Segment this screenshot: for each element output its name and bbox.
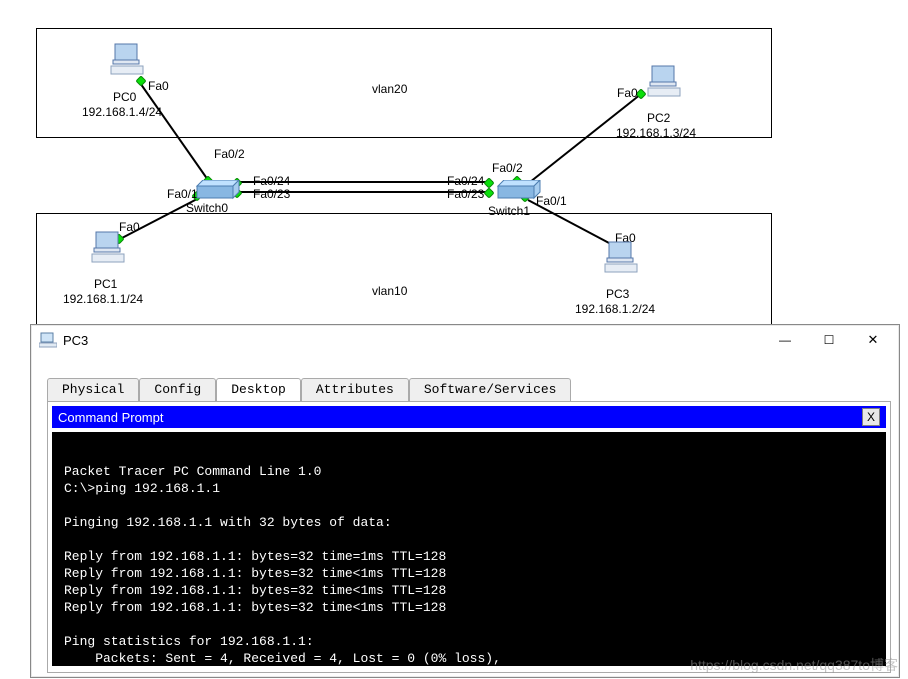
pc1-device[interactable] — [84, 230, 134, 269]
titlebar[interactable]: PC3 — ☐ ✕ — [31, 325, 899, 355]
pc0-device[interactable] — [103, 42, 153, 81]
window-title: PC3 — [63, 333, 88, 348]
tab-desktop[interactable]: Desktop — [216, 378, 301, 401]
pc-icon — [646, 64, 684, 100]
pc0-ip: 192.168.1.4/24 — [82, 105, 162, 119]
switch1-device[interactable] — [488, 180, 548, 205]
sw1-port-fa023: Fa0/23 — [447, 187, 484, 201]
tab-physical[interactable]: Physical — [47, 378, 139, 401]
pc-app-icon — [39, 332, 57, 348]
switch1-name: Switch1 — [488, 204, 530, 218]
desktop-tab-body: Command Prompt X Packet Tracer PC Comman… — [47, 401, 891, 673]
pc-icon — [603, 240, 641, 276]
pc3-device[interactable] — [597, 240, 647, 279]
sw0-port-fa02: Fa0/2 — [214, 147, 245, 161]
sw1-port-fa02: Fa0/2 — [492, 161, 523, 175]
pc-icon — [109, 42, 147, 78]
tab-attributes[interactable]: Attributes — [301, 378, 409, 401]
vlan10-label: vlan10 — [372, 284, 407, 298]
sw0-port-fa024: Fa0/24 — [253, 174, 290, 188]
pc3-ip: 192.168.1.2/24 — [575, 302, 655, 316]
tab-strip: Physical Config Desktop Attributes Softw… — [37, 377, 905, 401]
tab-config[interactable]: Config — [139, 378, 216, 401]
pc2-iface: Fa0 — [617, 86, 638, 100]
pc2-device[interactable] — [640, 64, 690, 103]
command-prompt-header: Command Prompt X — [52, 406, 886, 428]
pc2-name: PC2 — [647, 111, 670, 125]
vlan10-box — [36, 213, 772, 328]
minimize-button[interactable]: — — [763, 326, 807, 354]
switch-icon — [494, 180, 542, 202]
pc1-name: PC1 — [94, 277, 117, 291]
pc3-window: PC3 — ☐ ✕ Physical Config Desktop Attrib… — [30, 324, 900, 678]
pc0-name: PC0 — [113, 90, 136, 104]
tab-software-services[interactable]: Software/Services — [409, 378, 572, 401]
window-controls: — ☐ ✕ — [763, 326, 895, 354]
pc0-iface: Fa0 — [148, 79, 169, 93]
sw0-port-fa023: Fa0/23 — [253, 187, 290, 201]
pc2-ip: 192.168.1.3/24 — [616, 126, 696, 140]
pc1-ip: 192.168.1.1/24 — [63, 292, 143, 306]
maximize-button[interactable]: ☐ — [807, 326, 851, 354]
network-topology: vlan20 vlan10 Fa0 Fa0 Fa0 Fa0 Fa0/2 Fa0/… — [0, 0, 908, 330]
switch0-name: Switch0 — [186, 201, 228, 215]
switch-icon — [193, 180, 241, 202]
vlan20-label: vlan20 — [372, 82, 407, 96]
pc-icon — [90, 230, 128, 266]
command-prompt-title: Command Prompt — [58, 410, 163, 425]
pc3-name: PC3 — [606, 287, 629, 301]
sw1-port-fa024: Fa0/24 — [447, 174, 484, 188]
close-button[interactable]: ✕ — [851, 326, 895, 354]
command-prompt-close-button[interactable]: X — [862, 408, 880, 426]
command-prompt-console[interactable]: Packet Tracer PC Command Line 1.0 C:\>pi… — [52, 432, 886, 666]
